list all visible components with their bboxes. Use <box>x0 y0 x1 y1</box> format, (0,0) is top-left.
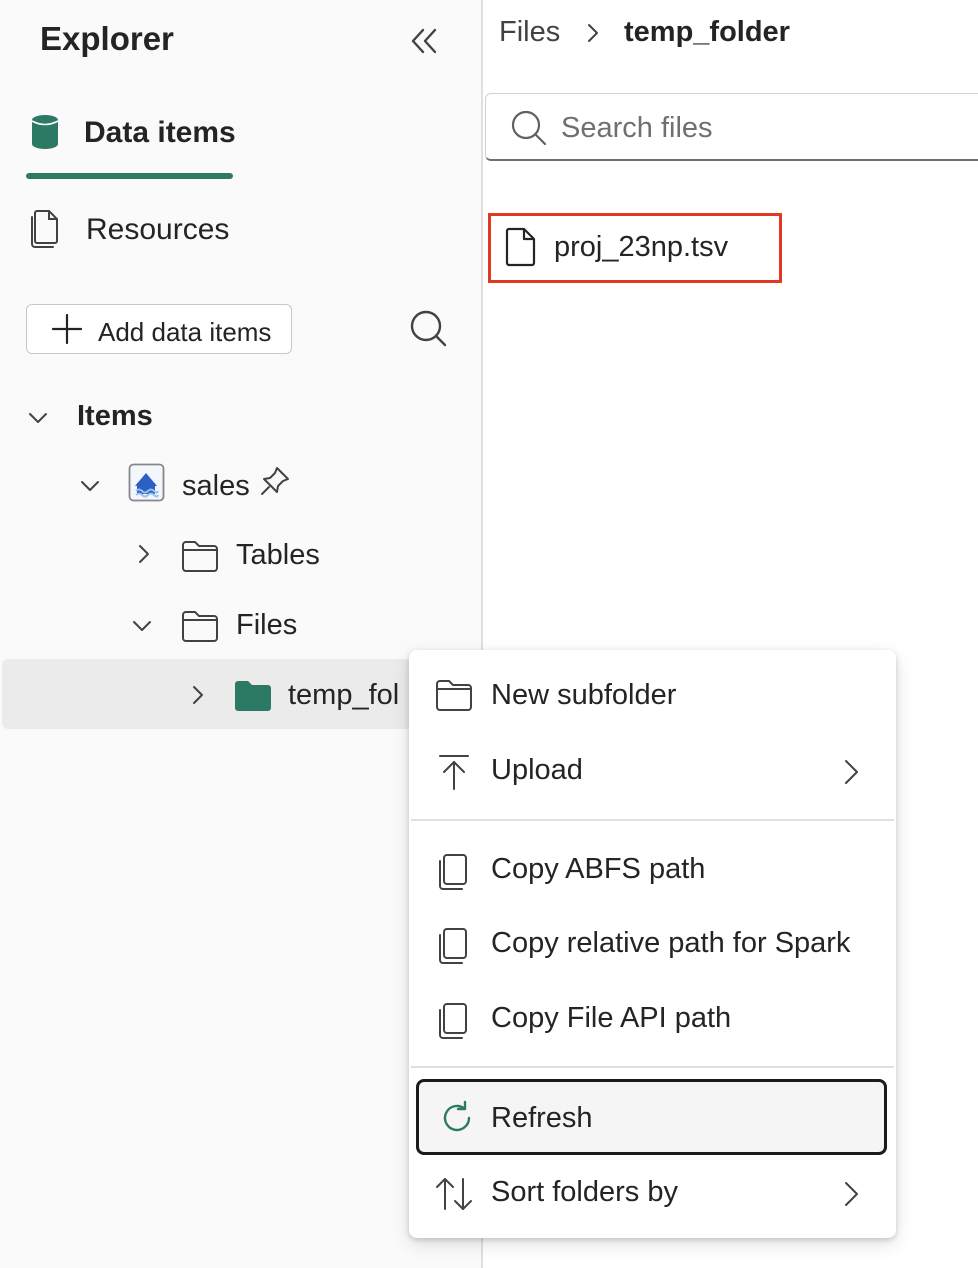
chevron-right-icon <box>581 21 605 45</box>
search-files-input[interactable]: Search files <box>485 93 978 161</box>
tab-data-items[interactable]: Data items <box>26 110 256 182</box>
folder-icon <box>181 609 219 643</box>
tree-items-label: Items <box>77 400 153 432</box>
tab-data-items-label: Data items <box>84 116 236 149</box>
chevron-right-icon <box>186 683 210 707</box>
tree-item-temp-folder-label: temp_fol <box>288 679 400 711</box>
menu-item-label: New subfolder <box>491 679 677 711</box>
chevron-right-icon <box>839 758 863 786</box>
sort-arrows-icon <box>433 1175 477 1213</box>
context-menu: New subfolder Upload Copy ABFS path Copy… <box>409 650 896 1238</box>
menu-item-new-subfolder[interactable]: New subfolder <box>409 663 896 733</box>
menu-item-sort-folders-by[interactable]: Sort folders by <box>409 1160 896 1230</box>
menu-item-label: Upload <box>491 754 583 786</box>
pin-icon[interactable] <box>258 464 292 498</box>
menu-item-label: Sort folders by <box>491 1176 678 1208</box>
tree-item-tables-label: Tables <box>236 539 320 571</box>
menu-separator <box>411 1066 894 1068</box>
copy-icon <box>435 852 471 892</box>
search-icon <box>510 109 548 147</box>
chevron-down-icon <box>130 614 154 638</box>
menu-item-copy-abfs-path[interactable]: Copy ABFS path <box>409 837 896 907</box>
collapse-pane-icon[interactable] <box>405 25 445 57</box>
copy-icon <box>435 1001 471 1041</box>
menu-item-upload[interactable]: Upload <box>409 738 896 808</box>
tree-item-files[interactable]: Files <box>130 600 430 652</box>
menu-item-label: Copy relative path for Spark <box>491 927 851 959</box>
tree-item-sales[interactable]: sales <box>78 458 408 514</box>
tree-item-tables[interactable]: Tables <box>130 530 430 582</box>
search-files-placeholder: Search files <box>561 112 713 144</box>
tree-item-files-label: Files <box>236 609 298 641</box>
explorer-title: Explorer <box>40 20 174 57</box>
breadcrumb-current: temp_folder <box>624 16 790 48</box>
refresh-icon <box>438 1099 476 1137</box>
folder-filled-icon <box>233 679 273 713</box>
menu-item-label: Copy File API path <box>491 1002 732 1034</box>
file-icon <box>505 227 537 267</box>
tree-item-sales-label: sales <box>182 470 250 502</box>
menu-item-label: Refresh <box>491 1102 593 1134</box>
menu-item-copy-relative-path-spark[interactable]: Copy relative path for Spark <box>409 911 896 981</box>
database-icon <box>30 114 60 150</box>
upload-arrow-icon <box>435 753 473 791</box>
chevron-right-icon <box>839 1180 863 1208</box>
folder-add-icon <box>435 678 473 712</box>
chevron-down-icon <box>78 474 102 498</box>
breadcrumb-root[interactable]: Files <box>499 16 560 49</box>
documents-icon <box>28 208 62 248</box>
active-tab-indicator <box>26 173 233 179</box>
menu-item-refresh[interactable]: Refresh <box>416 1079 887 1155</box>
add-data-items-button[interactable]: Add data items <box>26 304 292 354</box>
tab-resources-label: Resources <box>86 213 230 246</box>
file-item[interactable]: proj_23np.tsv <box>488 213 782 283</box>
menu-separator <box>411 819 894 821</box>
lakehouse-icon <box>128 463 166 503</box>
search-icon[interactable] <box>408 308 448 350</box>
chevron-down-icon <box>26 406 50 430</box>
folder-icon <box>181 539 219 573</box>
tree-items-header[interactable]: Items <box>26 400 226 440</box>
copy-icon <box>435 926 471 966</box>
add-data-items-label: Add data items <box>98 317 272 347</box>
menu-item-label: Copy ABFS path <box>491 853 706 885</box>
chevron-right-icon <box>132 542 156 566</box>
plus-icon <box>51 313 83 345</box>
menu-item-copy-file-api-path[interactable]: Copy File API path <box>409 986 896 1056</box>
tab-resources[interactable]: Resources <box>26 205 256 255</box>
file-item-name: proj_23np.tsv <box>554 231 729 263</box>
